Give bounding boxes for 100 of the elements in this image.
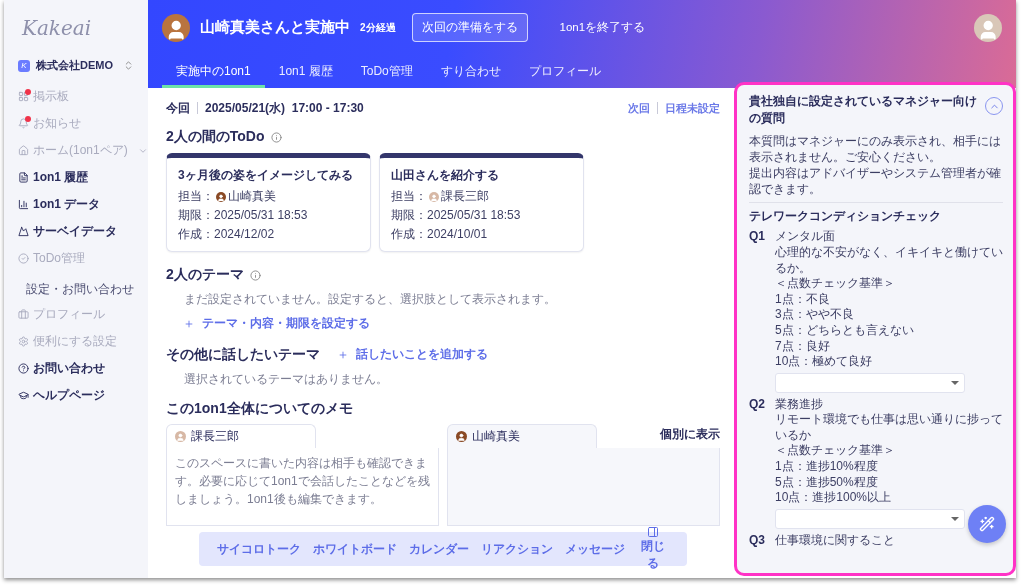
info-icon[interactable] bbox=[270, 131, 282, 143]
individual-view-link[interactable]: 個別に表示 bbox=[660, 425, 720, 448]
org-icon: K bbox=[18, 59, 30, 72]
question-text: 10点：進捗100%以上 bbox=[775, 490, 892, 506]
section-heading: この1on1全体についてのメモ bbox=[166, 399, 353, 418]
question-text: 5点：進捗50%程度 bbox=[775, 474, 878, 491]
nav-icon bbox=[18, 363, 29, 374]
memo-box[interactable]: このスペースに書いた内容は相手も確認できます。必要に応じて1on1で会話したことなどを残しましょう。1on1後も編集できます。 bbox=[166, 447, 439, 526]
question-text: 10点：極めて良好 bbox=[775, 354, 873, 370]
due-date: 期限：2025/05/31 18:53 bbox=[178, 207, 309, 224]
tab[interactable]: 実施中の1on1 bbox=[162, 55, 265, 88]
due-date: 期限：2025/05/31 18:53 bbox=[391, 207, 522, 224]
question-text: 業務進捗 bbox=[775, 396, 823, 413]
section-title: 設定・お問い合わせ bbox=[26, 282, 135, 297]
score-dropdown[interactable] bbox=[775, 372, 965, 393]
question-text: ＜点数チェック基準＞ bbox=[775, 276, 895, 292]
todo-title: 山田さんを紹介する bbox=[391, 167, 500, 184]
assignee-name: 課長三郎 bbox=[441, 188, 489, 205]
section-heading: 2人のテーマ bbox=[166, 266, 244, 284]
nav-icon bbox=[18, 253, 29, 264]
nav-icon bbox=[18, 336, 29, 347]
user-avatar bbox=[974, 13, 1002, 42]
current-date: 2025/05/21(水) 17:00 - 17:30 bbox=[205, 99, 365, 117]
avatar bbox=[162, 13, 190, 42]
close-button[interactable]: 閉じる bbox=[631, 525, 675, 573]
nav-item[interactable]: 1on1 履歴 bbox=[18, 164, 148, 191]
magic-wand-icon bbox=[979, 516, 995, 532]
question-text: 1点：不良 bbox=[775, 291, 830, 308]
empty-message: まだ設定されていません。設定すると、選択肢として表示されます。 bbox=[184, 291, 557, 308]
memo-box[interactable] bbox=[447, 447, 720, 526]
section-title: テレワークコンディションチェック bbox=[749, 208, 942, 226]
question-number: Q3 bbox=[749, 532, 766, 549]
question-text: 心理的な不安がなく、イキイキと働けているか。 bbox=[775, 244, 1003, 277]
question-number: Q1 bbox=[749, 229, 766, 246]
tab[interactable]: 1on1 履歴 bbox=[264, 55, 347, 88]
plus-icon bbox=[184, 318, 194, 329]
nav-item[interactable]: 1on1 データ bbox=[18, 191, 148, 218]
question-text: 仕事環境に関すること bbox=[775, 532, 895, 549]
tab[interactable]: ToDo管理 bbox=[346, 55, 427, 88]
question-text: メンタル面 bbox=[775, 229, 835, 245]
tool-button[interactable]: リアクション bbox=[475, 539, 559, 559]
question-number: Q2 bbox=[749, 396, 766, 413]
prepare-button[interactable]: 次回の準備をする bbox=[411, 13, 528, 42]
memo-tab[interactable]: 課長三郎 bbox=[166, 423, 316, 448]
tab[interactable]: すり合わせ bbox=[426, 55, 515, 88]
section-heading: 2人の間のToDo bbox=[166, 128, 265, 146]
notice-text: 本質問はマネジャーにのみ表示され、相手には表示されません。ご安心ください。 bbox=[749, 132, 1002, 165]
ai-assist-button[interactable] bbox=[968, 505, 1006, 543]
switch-icon[interactable] bbox=[123, 60, 134, 71]
add-topic-link[interactable]: 話したいことを追加する bbox=[338, 346, 488, 363]
current-label: 今回 bbox=[166, 99, 190, 117]
panel-icon bbox=[647, 526, 659, 538]
tab[interactable]: プロフィール bbox=[514, 55, 615, 88]
memo-avatar bbox=[175, 430, 186, 442]
memo-avatar bbox=[456, 430, 467, 442]
assignee-avatar bbox=[429, 191, 439, 202]
todo-card[interactable]: 3ヶ月後の姿をイメージしてみる 担当： 山崎真美 期限：2025/05/31 18:53 作成：2024/12/02 bbox=[166, 153, 371, 252]
nav-icon bbox=[18, 390, 29, 401]
tool-button[interactable]: サイコロトーク bbox=[211, 539, 307, 559]
memo-placeholder: このスペースに書いた内容は相手も確認できます。必要に応じて1on1で会話したことなどを残しましょう。1on1後も編集できます。 bbox=[175, 454, 430, 508]
nav-icon bbox=[18, 118, 29, 129]
tool-button[interactable]: ホワイトボード bbox=[307, 539, 403, 559]
empty-message: 選択されているテーマはありません。 bbox=[184, 370, 389, 388]
org-name[interactable]: 株式会社DEMO bbox=[36, 58, 117, 73]
notice-text: 提出内容はアドバイザーやシステム管理者が確認できます。 bbox=[749, 164, 1002, 198]
tool-button[interactable]: カレンダー bbox=[403, 539, 475, 559]
plus-icon bbox=[338, 349, 348, 360]
nav-item[interactable]: サーベイデータ bbox=[18, 218, 148, 245]
nav-icon bbox=[18, 91, 29, 102]
todo-title: 3ヶ月後の姿をイメージしてみる bbox=[178, 167, 354, 184]
memo-tab[interactable]: 山崎真美 bbox=[447, 423, 597, 448]
nav-icon bbox=[18, 145, 29, 156]
elapsed-time: 2分経過 bbox=[360, 20, 396, 35]
nav-icon bbox=[18, 172, 29, 183]
nav-icon bbox=[18, 199, 29, 210]
todo-card[interactable]: 山田さんを紹介する 担当： 課長三郎 期限：2025/05/31 18:53 作成：2024/10/01 bbox=[379, 153, 584, 252]
app-logo: Kakeai bbox=[22, 16, 93, 40]
question-text: 1点：進捗10%程度 bbox=[775, 459, 878, 475]
question-text: 7点：良好 bbox=[775, 338, 830, 355]
question-text: ＜点数チェック基準＞ bbox=[775, 443, 895, 460]
section-heading: その他に話したいテーマ bbox=[166, 345, 320, 364]
session-title: 山崎真美さんと実施中 bbox=[200, 18, 350, 37]
question-text: 5点：どちらとも言えない bbox=[775, 322, 914, 339]
info-icon[interactable] bbox=[249, 269, 261, 281]
add-theme-link[interactable]: テーマ・内容・期限を設定する bbox=[184, 315, 370, 332]
assignee-label: 担当： bbox=[178, 188, 214, 205]
nav-icon bbox=[18, 226, 29, 237]
assignee-label: 担当： bbox=[391, 188, 427, 205]
panel-title: 貴社独自に設定されているマネジャー向けの質問 bbox=[749, 93, 978, 127]
nav-item[interactable]: ヘルプページ bbox=[18, 382, 148, 409]
created-date: 作成：2024/10/01 bbox=[391, 226, 489, 243]
next-date-link[interactable]: 日程未設定 bbox=[665, 100, 720, 116]
tool-button[interactable]: メッセージ bbox=[559, 539, 631, 559]
next-label: 次回 bbox=[628, 100, 650, 116]
created-date: 作成：2024/12/02 bbox=[178, 226, 276, 243]
nav-item[interactable]: お問い合わせ bbox=[18, 355, 148, 382]
end-link[interactable]: 1on1を終了する bbox=[559, 20, 964, 35]
assignee-avatar bbox=[216, 191, 226, 202]
question-text: リモート環境でも仕事は思い通りに捗っているか bbox=[775, 412, 1003, 444]
nav-icon bbox=[18, 309, 29, 320]
